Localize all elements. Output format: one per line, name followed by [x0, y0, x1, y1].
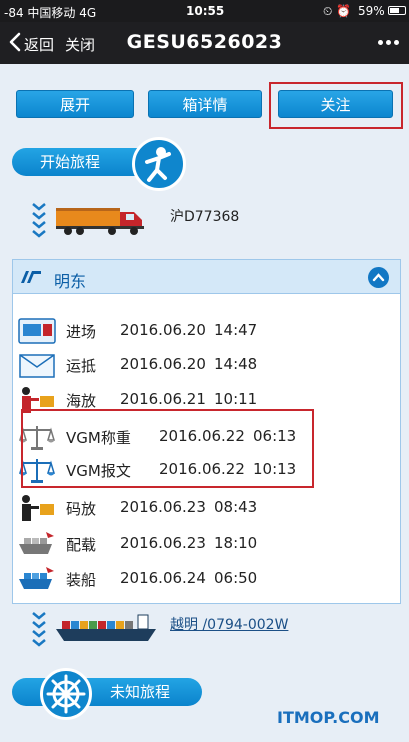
- status-bar: -84 中国移动 4G 10:55 ⏲ ⏰ 59%: [0, 0, 409, 22]
- battery-percent: 59%: [358, 4, 385, 18]
- chevron-up-icon[interactable]: [368, 267, 389, 288]
- clock: 10:55: [186, 4, 225, 18]
- ship-wheel-icon: [40, 668, 92, 720]
- event-row: 码放 2016.06.23 08:43: [18, 493, 378, 523]
- event-name: 运抵: [66, 357, 97, 375]
- vgm-highlight-frame: [21, 409, 314, 488]
- event-name: 海放: [66, 392, 97, 410]
- event-date: 2016.06.20: [120, 321, 206, 339]
- expand-button[interactable]: 展开: [16, 90, 134, 118]
- event-time: 10:11: [214, 390, 258, 408]
- more-icon[interactable]: [376, 40, 402, 46]
- terminal-logo-icon: [21, 271, 41, 283]
- event-date: 2016.06.23: [120, 498, 206, 516]
- page-title: GESU6526023: [126, 31, 283, 53]
- watermark: ITMOP.COM: [277, 708, 380, 727]
- nav-bar: 返回 关闭 GESU6526023: [0, 22, 409, 64]
- event-time: 06:50: [214, 569, 258, 587]
- event-date: 2016.06.23: [120, 534, 206, 552]
- chevron-down-icon: [32, 203, 48, 239]
- ship-loading-icon: [19, 567, 54, 589]
- terminal-name: 明东: [54, 272, 87, 291]
- event-row: 装船 2016.06.24 06:50: [18, 564, 378, 594]
- event-date: 2016.06.21: [120, 390, 206, 408]
- terminal-officer-icon: [22, 495, 54, 521]
- event-name: 进场: [66, 323, 97, 341]
- battery-icon: [388, 6, 406, 15]
- follow-highlight-frame: [269, 82, 403, 129]
- event-name: 装船: [66, 571, 97, 589]
- truck-icon: [56, 208, 144, 235]
- terminal-header[interactable]: 明东: [13, 260, 400, 294]
- event-row: 运抵 2016.06.20 14:48: [18, 350, 378, 380]
- event-row: 配载 2016.06.23 18:10: [18, 529, 378, 559]
- event-time: 14:48: [214, 355, 258, 373]
- event-row: 进场 2016.06.20 14:47: [18, 316, 378, 346]
- event-name: 配载: [66, 536, 97, 554]
- vessel-voyage-link[interactable]: 越明 /0794-002W: [170, 614, 288, 634]
- truck-plate: 沪D77368: [170, 209, 240, 225]
- ship-planning-icon: [19, 532, 54, 554]
- event-time: 14:47: [214, 321, 258, 339]
- status-icons: ⏲ ⏰: [323, 4, 352, 18]
- gate-in-icon: [18, 318, 56, 344]
- event-time: 18:10: [214, 534, 258, 552]
- runner-icon: [132, 137, 186, 191]
- chevron-down-icon: [32, 612, 48, 648]
- event-date: 2016.06.24: [120, 569, 206, 587]
- container-ship-icon: [56, 614, 156, 641]
- box-detail-button[interactable]: 箱详情: [148, 90, 262, 118]
- event-name: 码放: [66, 500, 97, 518]
- event-date: 2016.06.20: [120, 355, 206, 373]
- carrier-signal: -84 中国移动 4G: [4, 6, 97, 20]
- envelope-icon: [19, 354, 55, 378]
- event-time: 08:43: [214, 498, 258, 516]
